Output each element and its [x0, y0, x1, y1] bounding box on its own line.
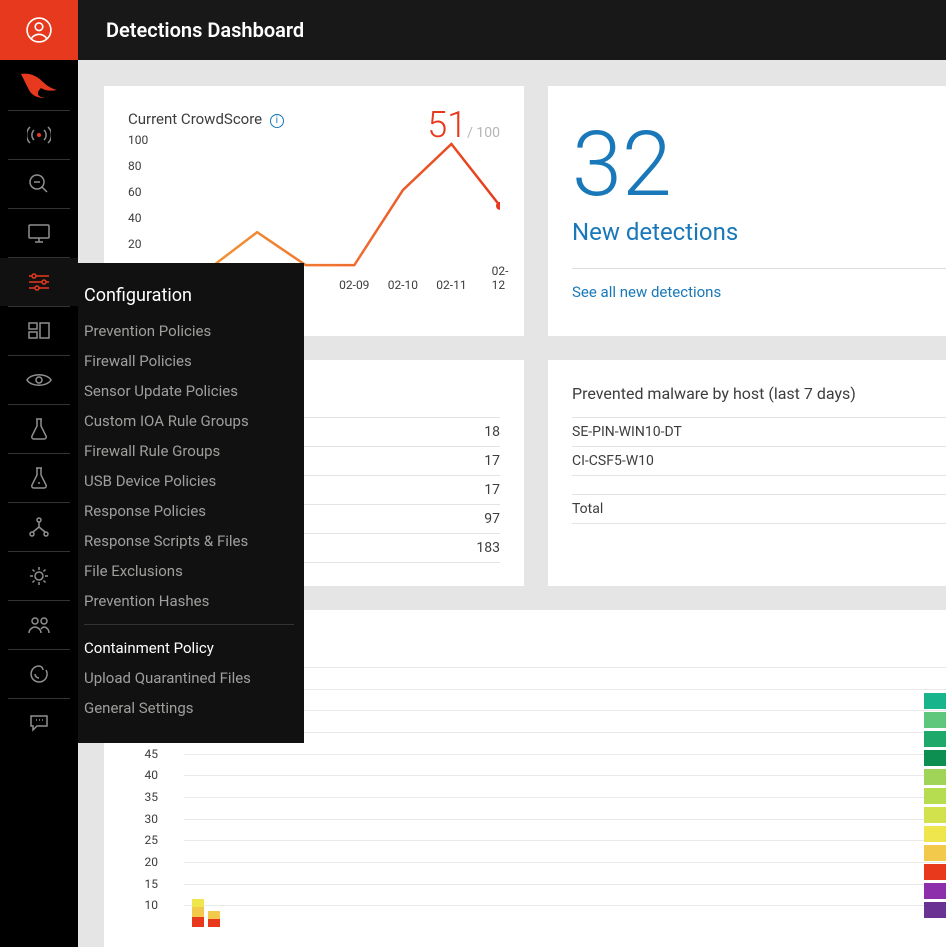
flyout-item-upload-quarantined-files[interactable]: Upload Quarantined Files: [78, 663, 304, 693]
flask2-icon: [30, 466, 48, 490]
flyout-item-usb-device-policies[interactable]: USB Device Policies: [78, 466, 304, 496]
severity-bar: [192, 887, 222, 927]
nav-dashboards[interactable]: [0, 307, 78, 355]
nav-spotlight[interactable]: [0, 503, 78, 551]
nav-help[interactable]: [0, 699, 78, 747]
tree-icon: [28, 516, 50, 538]
nav-investigate[interactable]: [0, 160, 78, 208]
nav-intelligence[interactable]: [0, 405, 78, 453]
flyout-item-prevention-hashes[interactable]: Prevention Hashes: [78, 586, 304, 616]
dashboard-icon: [28, 322, 50, 340]
sliders-icon: [27, 273, 51, 291]
flyout-item-response-policies[interactable]: Response Policies: [78, 496, 304, 526]
sun-icon: [28, 565, 50, 587]
flyout-item-response-scripts-files[interactable]: Response Scripts & Files: [78, 526, 304, 556]
table-row-total: Total: [572, 495, 946, 524]
profile-button[interactable]: [0, 0, 78, 60]
malware-title: Prevented malware by host (last 7 days): [572, 384, 946, 403]
flyout-item-file-exclusions[interactable]: File Exclusions: [78, 556, 304, 586]
flyout-item-custom-ioa-rule-groups[interactable]: Custom IOA Rule Groups: [78, 406, 304, 436]
new-detections-count: 32: [572, 120, 946, 210]
eye-icon: [26, 372, 52, 388]
brand-logo[interactable]: [0, 60, 78, 110]
flyout-item-sensor-update-policies[interactable]: Sensor Update Policies: [78, 376, 304, 406]
info-icon[interactable]: i: [270, 114, 284, 128]
malware-card: Prevented malware by host (last 7 days) …: [548, 360, 946, 586]
people-icon: [27, 615, 51, 635]
chat-icon: [28, 712, 50, 734]
flask-icon: [30, 417, 48, 441]
new-detections-label: New detections: [572, 218, 946, 246]
nav-store[interactable]: [0, 650, 78, 698]
falcon-icon: [19, 70, 59, 100]
flyout-item-firewall-rule-groups[interactable]: Firewall Rule Groups: [78, 436, 304, 466]
malware-table: SE-PIN-WIN10-DT CI-CSF5-W10: [572, 417, 946, 476]
zoom-icon: [28, 173, 50, 195]
configuration-flyout: Configuration Prevention Policies Firewa…: [78, 263, 304, 743]
flyout-item-general-settings[interactable]: General Settings: [78, 693, 304, 723]
table-row: SE-PIN-WIN10-DT: [572, 418, 946, 447]
sidebar-rail: [0, 0, 78, 947]
nav-users[interactable]: [0, 552, 78, 600]
malware-total-table: Total: [572, 494, 946, 524]
nav-activity[interactable]: [0, 111, 78, 159]
flyout-heading: Configuration: [78, 281, 304, 316]
nav-hosts[interactable]: [0, 209, 78, 257]
table-row: CI-CSF5-W10: [572, 447, 946, 476]
nav-support[interactable]: [0, 601, 78, 649]
flyout-item-containment-policy[interactable]: Containment Policy: [78, 633, 304, 663]
flyout-item-prevention-policies[interactable]: Prevention Policies: [78, 316, 304, 346]
page-title: Detections Dashboard: [78, 0, 946, 60]
see-all-detections-link[interactable]: See all new detections: [572, 268, 946, 301]
flyout-item-firewall-policies[interactable]: Firewall Policies: [78, 346, 304, 376]
nav-sandbox[interactable]: [0, 454, 78, 502]
monitor-icon: [27, 223, 51, 243]
new-detections-card: 32 New detections See all new detections: [548, 86, 946, 336]
nav-discover[interactable]: [0, 356, 78, 404]
nav-configuration[interactable]: [0, 258, 78, 306]
swirl-icon: [28, 663, 50, 685]
broadcast-icon: [27, 126, 51, 144]
user-icon: [26, 17, 52, 43]
